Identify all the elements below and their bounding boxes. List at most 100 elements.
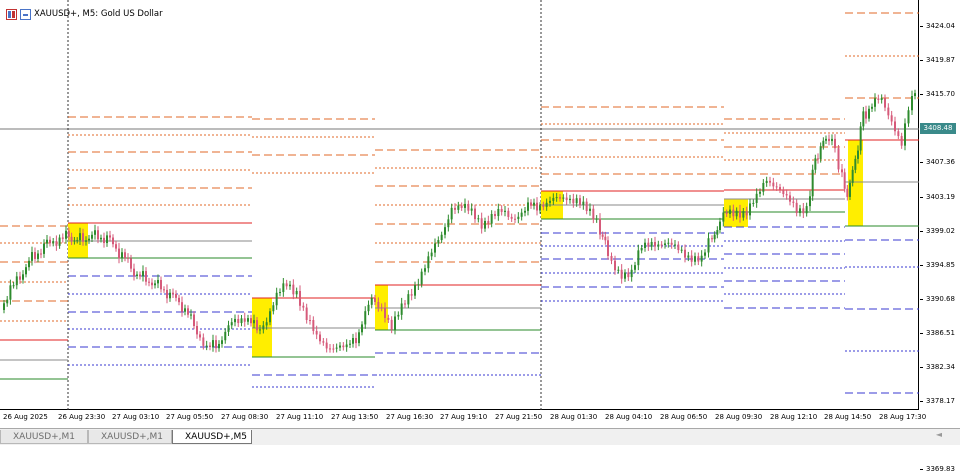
candle-body xyxy=(262,325,265,330)
candle-body xyxy=(224,331,227,341)
candle-body xyxy=(190,314,192,316)
time-tick-label: 28 Aug 14:50 xyxy=(824,413,872,421)
candle-body xyxy=(215,340,217,349)
candle-body xyxy=(250,318,252,324)
candle-body xyxy=(507,210,510,217)
candle-body xyxy=(549,200,551,203)
candle-body xyxy=(417,284,420,286)
candle-body xyxy=(407,294,410,305)
candle-body xyxy=(424,268,426,272)
candle-body xyxy=(218,343,220,349)
candle-body xyxy=(279,292,281,294)
candle-body xyxy=(809,196,811,207)
candle-body xyxy=(819,146,822,160)
candle-body xyxy=(230,322,233,326)
candle-body xyxy=(148,281,150,283)
chart-tab[interactable]: XAUUSD+,M5 xyxy=(172,430,252,444)
candle-body xyxy=(762,182,765,192)
time-tick-label: 27 Aug 19:10 xyxy=(440,413,488,421)
chart-area[interactable]: XAUUSD+, M5: Gold US Dollar xyxy=(0,0,919,410)
tab-scroll-icon[interactable]: ◄ xyxy=(936,430,942,439)
candle-body xyxy=(644,242,646,248)
candle-body xyxy=(454,207,456,210)
candle-body xyxy=(434,243,436,253)
candle-body xyxy=(136,274,138,277)
candle-body xyxy=(749,203,751,216)
price-tick-label: 3419.87 xyxy=(920,56,960,64)
candle-body xyxy=(15,276,18,286)
candle-body xyxy=(175,294,177,298)
candle-body xyxy=(374,298,376,302)
candle-body xyxy=(397,314,400,317)
candle-body xyxy=(894,121,896,132)
candle-body xyxy=(154,283,156,286)
candle-body xyxy=(725,212,728,215)
candle-body xyxy=(329,348,331,350)
candle-body xyxy=(163,289,165,291)
candle-body xyxy=(779,187,781,190)
candle-body xyxy=(877,98,880,100)
candle-body xyxy=(559,197,561,199)
candle-body xyxy=(67,230,70,237)
symbol-window-icon[interactable] xyxy=(20,8,31,20)
chart-tab[interactable]: XAUUSD+,M1 xyxy=(88,430,172,444)
chart-tab[interactable]: XAUUSD+,M1 xyxy=(0,430,88,444)
candle-body xyxy=(19,276,21,280)
candle-body xyxy=(256,320,258,331)
candle-body xyxy=(627,272,630,278)
candle-body xyxy=(569,198,571,201)
price-tick-label: 3407.36 xyxy=(920,158,960,166)
price-tick-label: 3390.68 xyxy=(920,295,960,303)
candle-body xyxy=(880,98,883,100)
candle-body xyxy=(914,93,916,97)
candle-body xyxy=(510,216,513,219)
candle-body xyxy=(184,308,186,312)
candle-body xyxy=(124,252,126,258)
candle-body xyxy=(100,237,102,240)
candle-body xyxy=(187,308,189,315)
candle-body xyxy=(500,208,503,212)
candle-body xyxy=(851,169,854,183)
candle-body xyxy=(209,345,211,347)
candle-body xyxy=(494,213,496,217)
candle-body xyxy=(732,209,735,217)
price-tick-label: 3415.70 xyxy=(920,90,960,98)
candle-body xyxy=(667,242,670,244)
candle-body xyxy=(687,255,690,258)
candle-body xyxy=(65,230,67,239)
time-tick-label: 28 Aug 01:30 xyxy=(550,413,598,421)
candle-body xyxy=(88,238,90,241)
candle-body xyxy=(555,197,558,199)
candle-body xyxy=(115,244,117,249)
candle-body xyxy=(834,138,836,149)
time-tick-label: 28 Aug 17:30 xyxy=(879,413,927,421)
candle-body xyxy=(735,210,738,217)
candle-body xyxy=(524,210,526,213)
candle-body xyxy=(427,256,430,269)
candle-body xyxy=(704,252,706,256)
candle-body xyxy=(285,283,288,287)
candle-body xyxy=(400,303,403,315)
candle-body xyxy=(390,319,393,330)
candle-body xyxy=(657,244,660,247)
candle-body xyxy=(352,338,354,344)
candle-body xyxy=(157,279,159,284)
chart-type-icon[interactable] xyxy=(6,8,17,20)
candle-body xyxy=(782,189,785,195)
candle-body xyxy=(582,201,585,205)
candle-body xyxy=(309,320,311,322)
candle-body xyxy=(862,111,865,127)
candle-body xyxy=(6,299,9,304)
time-tick-label: 27 Aug 11:10 xyxy=(276,413,324,421)
candle-body xyxy=(530,202,532,206)
candle-body xyxy=(825,138,827,141)
candle-body xyxy=(302,305,305,308)
candle-body xyxy=(430,252,433,257)
candle-body xyxy=(634,265,636,270)
candle-body xyxy=(620,269,623,279)
candle-body xyxy=(61,237,64,239)
candle-body xyxy=(145,271,147,282)
time-tick-label: 27 Aug 16:30 xyxy=(386,413,434,421)
candle-body xyxy=(739,210,741,218)
candle-body xyxy=(694,256,696,262)
